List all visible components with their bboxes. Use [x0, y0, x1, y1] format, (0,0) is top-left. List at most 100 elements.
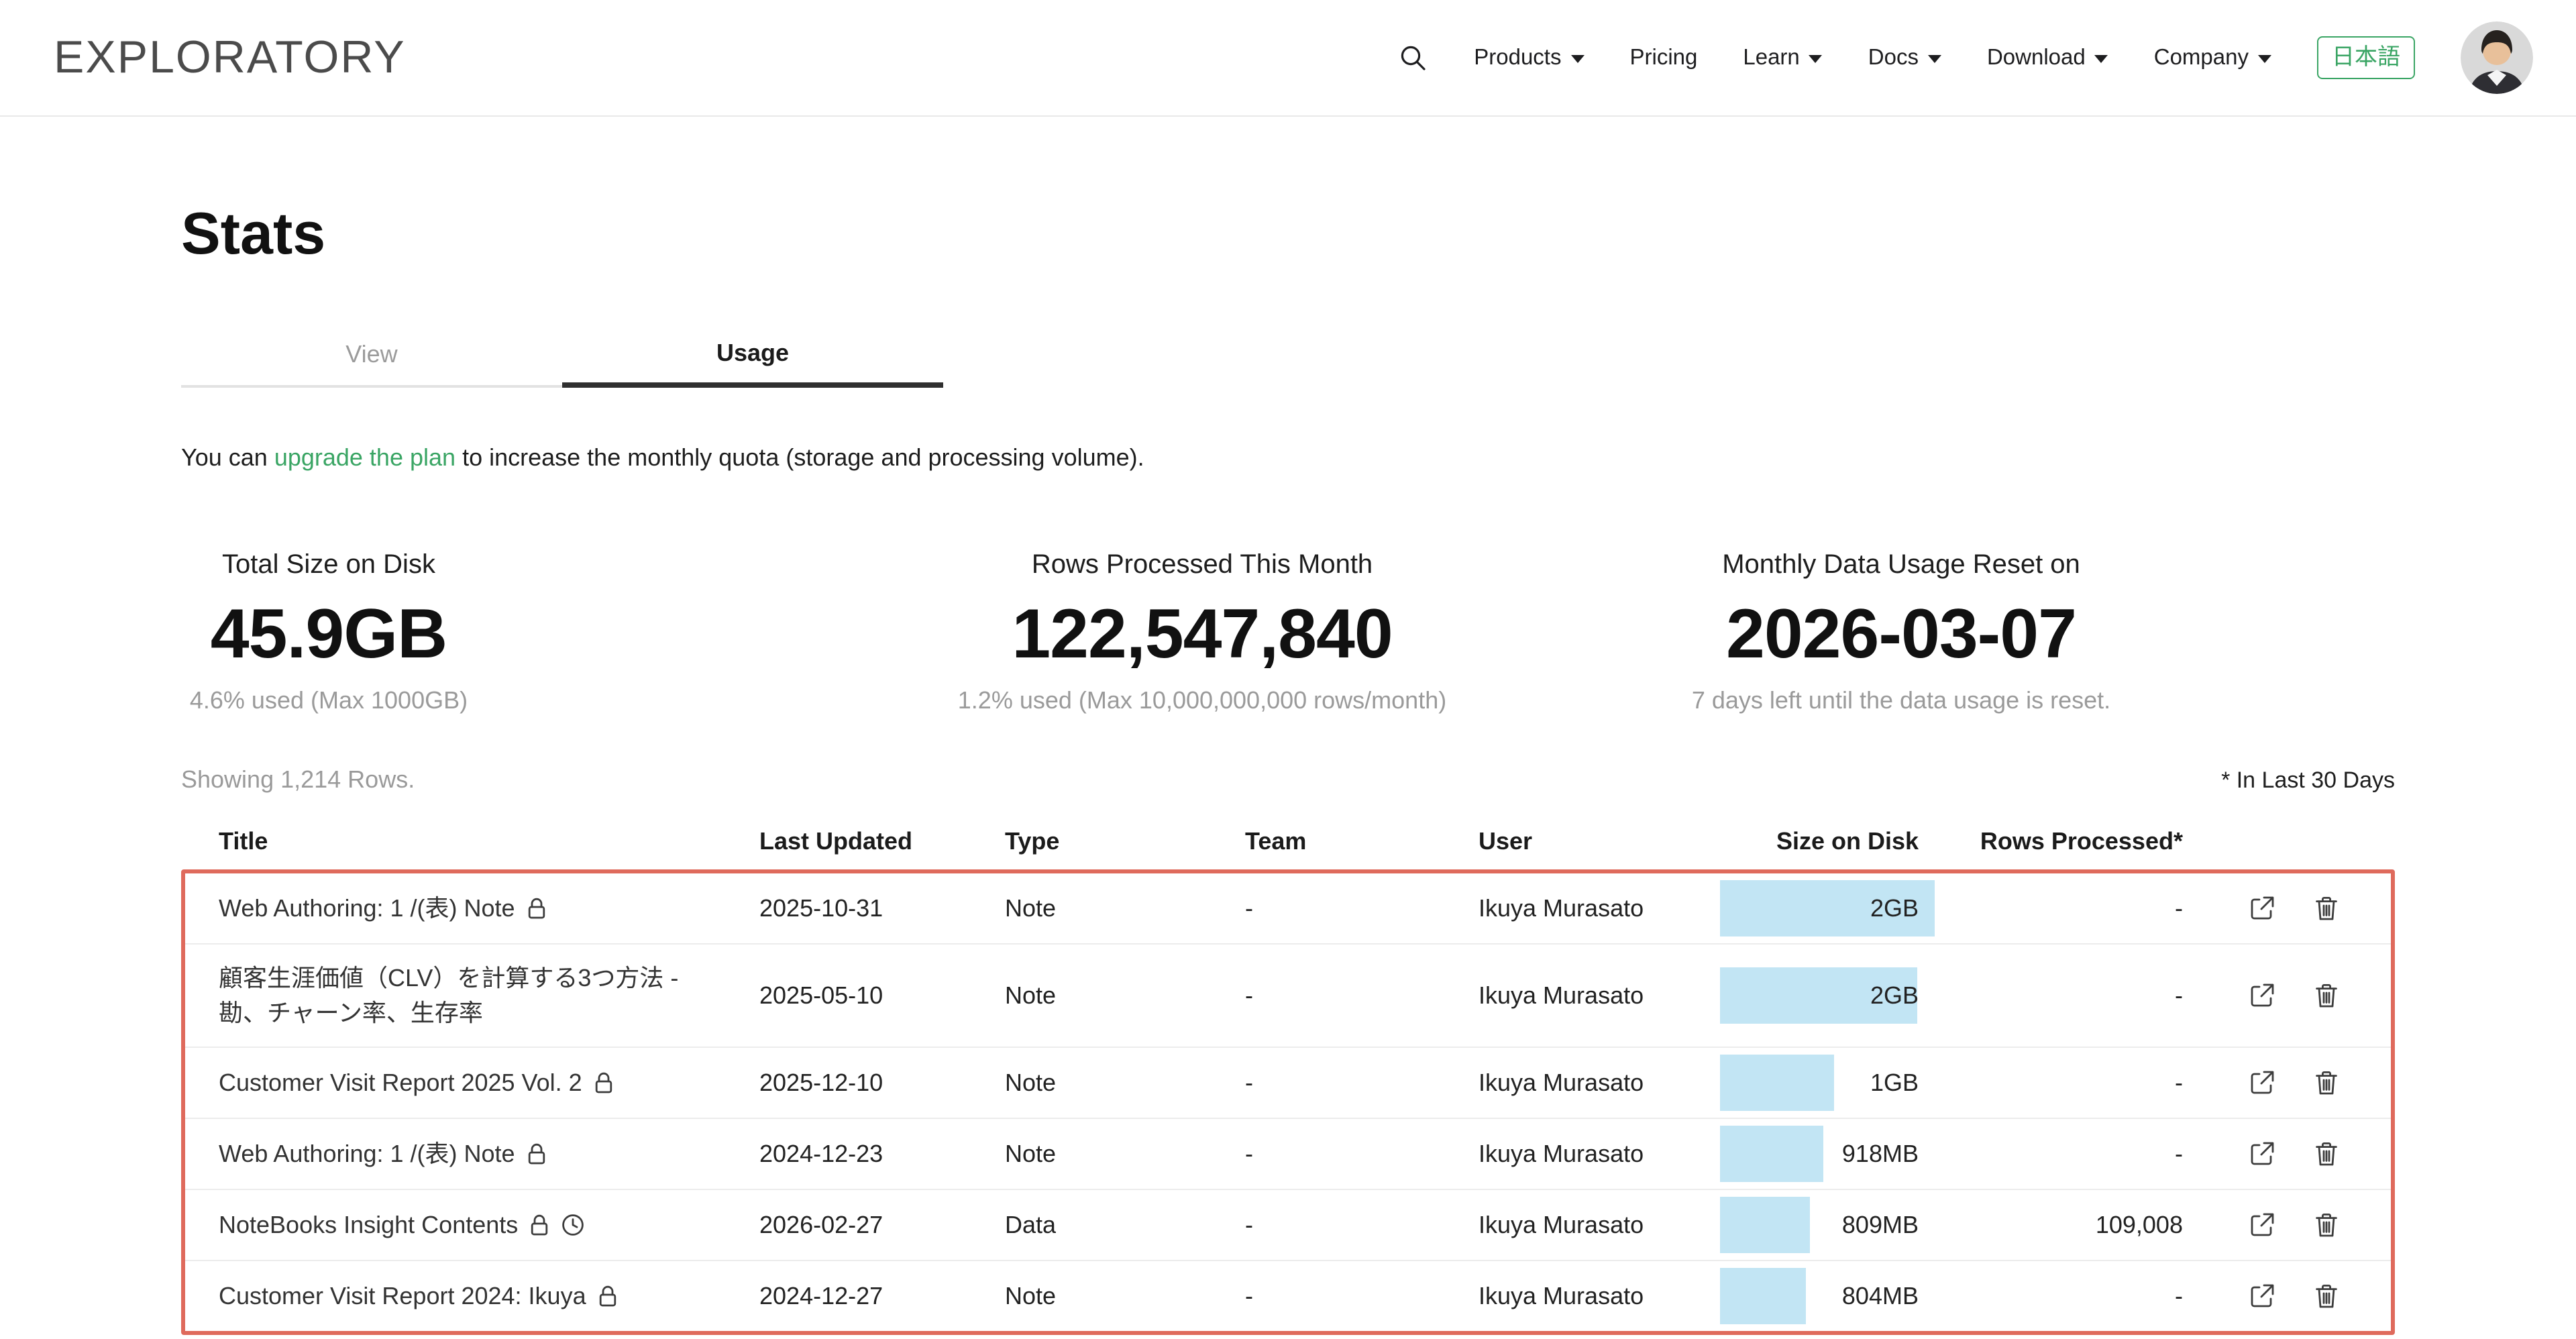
chevron-down-icon: [2258, 55, 2271, 63]
chevron-down-icon: [1571, 55, 1585, 63]
main-content: Stats View Usage You can upgrade the pla…: [0, 203, 2576, 1335]
table-row: 顧客生涯価値（CLV）を計算する3つ方法 - 勘、チャーン率、生存率2025-0…: [185, 943, 2391, 1047]
open-external-button[interactable]: [2247, 894, 2277, 923]
tab-usage[interactable]: Usage: [562, 323, 943, 388]
nav-item-download[interactable]: Download: [1987, 45, 2108, 70]
open-external-button[interactable]: [2247, 1210, 2277, 1240]
table-meta-row: Showing 1,214 Rows. * In Last 30 Days: [181, 766, 2395, 794]
row-user: Ikuya Murasato: [1479, 1211, 1720, 1239]
row-title-link[interactable]: Customer Visit Report 2025 Vol. 2: [219, 1049, 759, 1116]
size-bar: [1720, 1055, 1834, 1111]
column-header-title[interactable]: Title: [219, 827, 759, 855]
open-external-button[interactable]: [2247, 1139, 2277, 1169]
stat-block-3: Monthly Data Usage Reset on 2026-03-07 7 d…: [1613, 549, 2190, 715]
row-actions: [2199, 1281, 2391, 1311]
nav-item-learn[interactable]: Learn: [1743, 45, 1822, 70]
chevron-down-icon: [1928, 55, 1941, 63]
nav-item-pricing[interactable]: Pricing: [1630, 45, 1698, 70]
table-row: Web Authoring: 1 /(表) Note2025-10-31Note…: [185, 873, 2391, 943]
stat-block-1: Total Size on Disk45.9GB4.6% used (Max 1…: [40, 549, 617, 715]
row-type: Note: [1005, 981, 1245, 1010]
row-type: Note: [1005, 1069, 1245, 1097]
quota-note-prefix: You can: [181, 444, 274, 471]
lock-icon: [593, 1071, 614, 1095]
upgrade-plan-link[interactable]: upgrade the plan: [274, 444, 455, 471]
nav-item-products[interactable]: Products: [1474, 45, 1584, 70]
user-avatar[interactable]: [2461, 21, 2533, 94]
exploratory-logo[interactable]: EXPLORATORY: [54, 32, 406, 84]
stat-block-2: Rows Processed This Month122,547,8401.2%…: [914, 549, 1491, 715]
tab-view[interactable]: View: [181, 323, 562, 388]
delete-button[interactable]: [2312, 894, 2341, 923]
row-size-on-disk: 2GB: [1720, 880, 1935, 936]
size-label: 2GB: [1870, 967, 1919, 1024]
row-last-updated: 2025-10-31: [759, 894, 1005, 922]
row-type: Note: [1005, 1282, 1245, 1310]
open-external-button[interactable]: [2247, 1068, 2277, 1097]
delete-button[interactable]: [2312, 981, 2341, 1010]
delete-button[interactable]: [2312, 1210, 2341, 1240]
column-header-type[interactable]: Type: [1005, 827, 1245, 855]
row-rows-processed: -: [1935, 894, 2199, 922]
row-user: Ikuya Murasato: [1479, 894, 1720, 922]
column-header-user[interactable]: User: [1479, 827, 1720, 855]
nav-item-docs[interactable]: Docs: [1868, 45, 1941, 70]
row-last-updated: 2024-12-23: [759, 1140, 1005, 1168]
page-title: Stats: [181, 203, 2395, 267]
row-count-label: Showing 1,214 Rows.: [181, 766, 415, 794]
stat-subtext: 7 days left until the data usage is rese…: [1613, 686, 2190, 715]
row-last-updated: 2025-05-10: [759, 981, 1005, 1010]
column-header-rows-processed[interactable]: Rows Processed*: [1935, 827, 2199, 855]
delete-button[interactable]: [2312, 1281, 2341, 1311]
lock-icon: [529, 1213, 550, 1237]
column-header-last-updated[interactable]: Last Updated: [759, 827, 1005, 855]
row-size-on-disk: 918MB: [1720, 1126, 1935, 1182]
delete-button[interactable]: [2312, 1068, 2341, 1097]
row-title-link[interactable]: Customer Visit Report 2024: Ikuya: [219, 1263, 759, 1330]
row-title-link[interactable]: Web Authoring: 1 /(表) Note: [219, 1120, 759, 1187]
row-rows-processed: -: [1935, 1140, 2199, 1168]
stat-value: 45.9GB: [40, 597, 617, 672]
column-header-size-on-disk[interactable]: Size on Disk: [1720, 827, 1935, 855]
lock-icon: [526, 896, 547, 920]
row-rows-processed: -: [1935, 981, 2199, 1010]
open-external-button[interactable]: [2247, 981, 2277, 1010]
open-external-button[interactable]: [2247, 1281, 2277, 1311]
row-team: -: [1245, 894, 1479, 922]
stat-label: Rows Processed This Month: [914, 549, 1491, 581]
lock-icon: [597, 1284, 619, 1308]
delete-button[interactable]: [2312, 1139, 2341, 1169]
lock-icon: [526, 1142, 547, 1166]
chevron-down-icon: [2095, 55, 2108, 63]
row-size-on-disk: 1GB: [1720, 1055, 1935, 1111]
table-row: Customer Visit Report 2025 Vol. 22025-12…: [185, 1047, 2391, 1118]
table-row: Customer Visit Report 2024: Ikuya2024-12…: [185, 1260, 2391, 1331]
row-last-updated: 2024-12-27: [759, 1282, 1005, 1310]
table-header-row: TitleLast UpdatedTypeTeamUserSize on Dis…: [181, 824, 2395, 859]
search-icon[interactable]: [1396, 42, 1428, 74]
row-title-link[interactable]: 顧客生涯価値（CLV）を計算する3つ方法 - 勘、チャーン率、生存率: [219, 945, 759, 1047]
highlighted-table-body: Web Authoring: 1 /(表) Note2025-10-31Note…: [181, 869, 2395, 1335]
exploratory-stats-page: EXPLORATORY Products Pricing Learn Docs Down…: [0, 0, 2576, 1339]
row-title-link[interactable]: NoteBooks Insight Contents: [219, 1191, 759, 1258]
chevron-down-icon: [1809, 55, 1823, 63]
stat-subtext: 1.2% used (Max 10,000,000,000 rows/month…: [914, 686, 1491, 715]
nav-menu: Products Pricing Learn Docs Download Company: [1474, 45, 2271, 70]
row-actions: [2199, 1068, 2391, 1097]
row-size-on-disk: 804MB: [1720, 1268, 1935, 1324]
nav-item-company[interactable]: Company: [2154, 45, 2271, 70]
row-actions: [2199, 894, 2391, 923]
size-label: 809MB: [1842, 1197, 1919, 1253]
row-type: Note: [1005, 894, 1245, 922]
row-last-updated: 2025-12-10: [759, 1069, 1005, 1097]
row-title-link[interactable]: Web Authoring: 1 /(表) Note: [219, 875, 759, 942]
stat-label: Monthly Data Usage Reset on: [1613, 549, 2190, 581]
usage-stats-row: Total Size on Disk45.9GB4.6% used (Max 1…: [181, 549, 2395, 715]
language-toggle-button[interactable]: 日本語: [2317, 36, 2415, 80]
stat-value: 2026-03-07: [1613, 597, 2190, 672]
column-header-team[interactable]: Team: [1245, 827, 1479, 855]
row-team: -: [1245, 1282, 1479, 1310]
row-size-on-disk: 2GB: [1720, 967, 1935, 1024]
row-team: -: [1245, 1140, 1479, 1168]
top-navbar: EXPLORATORY Products Pricing Learn Docs Down…: [0, 0, 2576, 117]
